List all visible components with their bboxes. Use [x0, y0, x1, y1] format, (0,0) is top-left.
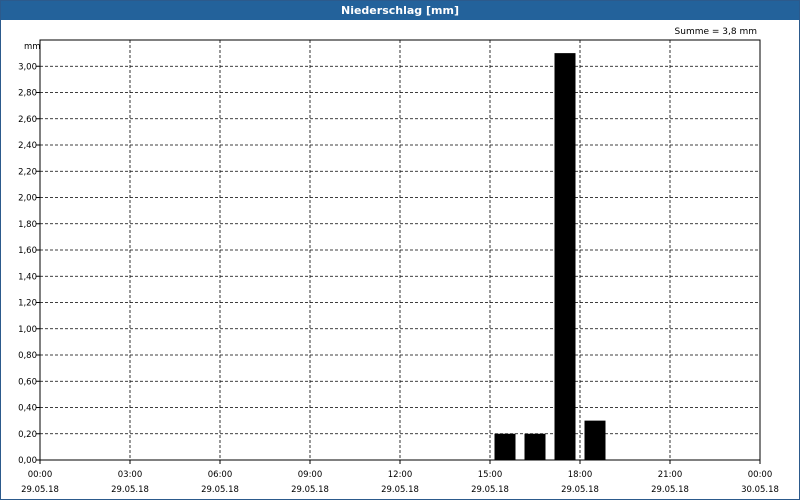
precipitation-bar — [584, 420, 606, 460]
bar-layer — [494, 53, 606, 460]
x-tick-time-label: 03:00 — [118, 470, 143, 480]
x-tick-date-label: 29.05.18 — [381, 485, 419, 495]
x-tick-time-label: 00:00 — [748, 470, 773, 480]
x-tick-time-label: 09:00 — [298, 470, 323, 480]
y-tick-label: 2,00 — [18, 194, 37, 204]
precipitation-bar — [494, 433, 516, 460]
y-tick-label: 0,20 — [18, 430, 37, 440]
precipitation-chart: 0,00 0,20 0,40 0,60 0,80 1,00 1,20 1,40 1,60 1,80… — [18, 39, 779, 495]
y-tick-label: 1,60 — [18, 246, 37, 256]
y-tick-label: 0,60 — [18, 377, 37, 387]
grid-layer — [40, 40, 760, 460]
y-tick-label: 1,80 — [18, 220, 37, 230]
x-tick-date-label: 29.05.18 — [651, 485, 689, 495]
y-tick-label: 2,40 — [18, 141, 37, 151]
y-tick-label: 0,80 — [18, 351, 37, 361]
y-tick-label: 0,00 — [18, 456, 37, 466]
precipitation-bar — [524, 433, 546, 460]
y-tick-label: 1,20 — [18, 299, 37, 309]
x-tick-time-label: 12:00 — [388, 470, 413, 480]
y-tick-label: 0,40 — [18, 404, 37, 414]
x-tick-date-label: 29.05.18 — [201, 485, 239, 495]
x-tick-date-label: 29.05.18 — [561, 485, 599, 495]
axis-layer: 0,00 0,20 0,40 0,60 0,80 1,00 1,20 1,40 1,60 1,80… — [18, 39, 779, 495]
x-tick-date-label: 30.05.18 — [741, 485, 779, 495]
precipitation-bar — [554, 53, 576, 460]
y-tick-label: 1,00 — [18, 325, 37, 335]
x-tick-date-label: 29.05.18 — [111, 485, 149, 495]
x-tick-time-label: 18:00 — [568, 470, 593, 480]
y-tick-label: 2,80 — [18, 89, 37, 99]
x-tick-date-label: 29.05.18 — [471, 485, 509, 495]
x-tick-date-label: 29.05.18 — [21, 485, 59, 495]
x-tick-date-label: 29.05.18 — [291, 485, 329, 495]
y-axis-unit-label: mm — [24, 42, 41, 52]
x-tick-time-label: 00:00 — [28, 470, 53, 480]
y-tick-label: 1,40 — [18, 272, 37, 282]
x-tick-time-label: 15:00 — [478, 470, 503, 480]
x-tick-time-label: 06:00 — [208, 470, 233, 480]
x-tick-time-label: 21:00 — [658, 470, 683, 480]
y-tick-label: 3,00 — [18, 62, 37, 72]
y-tick-label: 2,20 — [18, 167, 37, 177]
y-tick-label: 2,60 — [18, 115, 37, 125]
